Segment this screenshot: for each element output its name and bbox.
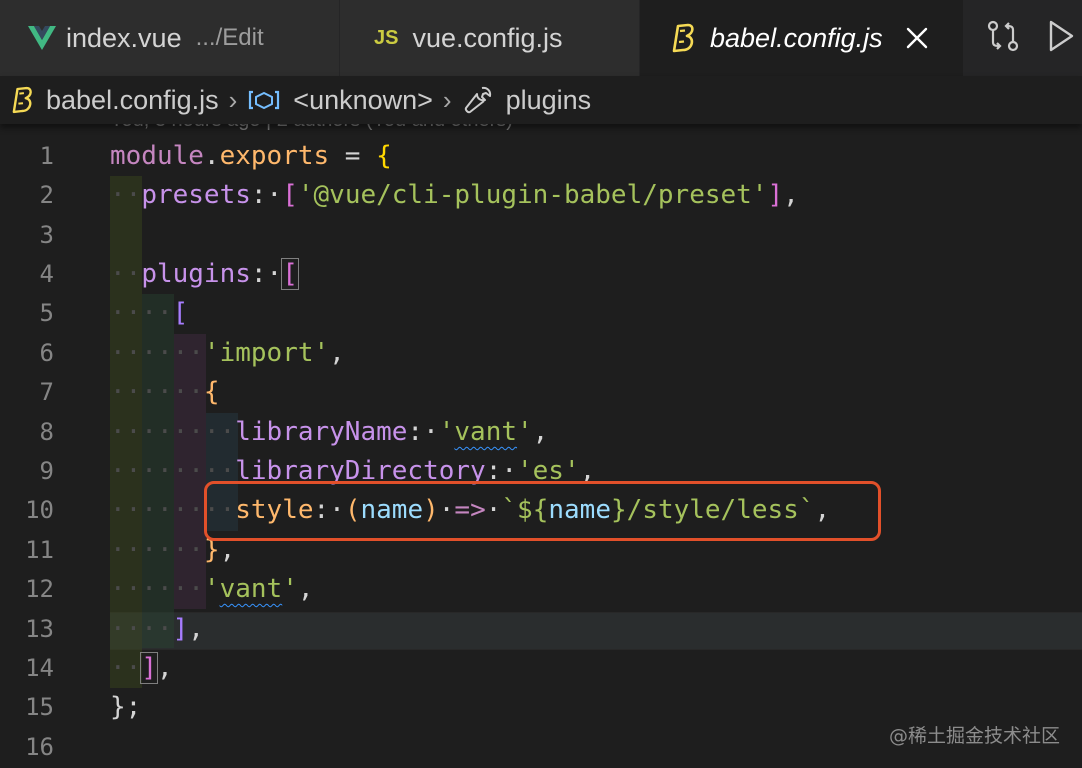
line-number: 3 — [39, 221, 54, 249]
breadcrumb-file-label: babel.config.js — [46, 84, 219, 115]
compare-changes-icon[interactable] — [986, 18, 1020, 59]
breadcrumb-file[interactable]: babel.config.js — [12, 85, 219, 116]
line-number: 7 — [39, 378, 54, 406]
breadcrumb-symbol-label: <unknown> — [293, 84, 433, 115]
run-icon[interactable] — [1048, 18, 1074, 59]
babel-icon — [672, 23, 696, 53]
chevron-right-icon: › — [228, 84, 238, 115]
code-line: ··presets:·['@vue/cli-plugin-babel/prese… — [110, 180, 799, 210]
breadcrumb-symbol[interactable]: <unknown> — [247, 85, 433, 116]
watermark: @稀土掘金技术社区 — [888, 725, 1060, 747]
editor-actions — [964, 0, 1082, 76]
wrench-icon — [462, 84, 494, 116]
tab-bar: index.vue .../Edit JS vue.config.js babe… — [0, 0, 1082, 76]
variable-icon — [247, 89, 281, 111]
code-line: ······'vant', — [110, 574, 314, 604]
current-line-highlight — [110, 612, 1082, 650]
code-line: ··plugins:·[ — [110, 258, 299, 290]
line-number: 1 — [39, 142, 54, 170]
breadcrumb-leaf[interactable]: plugins — [462, 84, 592, 116]
line-number: 15 — [25, 693, 54, 721]
tab-vue-config-js[interactable]: JS vue.config.js — [340, 0, 640, 76]
code-editor[interactable]: You, 3 hours ago | 2 authors (You and ot… — [0, 124, 1082, 768]
line-number: 8 — [39, 418, 54, 446]
tab-babel-config-js[interactable]: babel.config.js — [640, 0, 964, 76]
line-number: 16 — [25, 733, 54, 761]
code-line: ······{ — [110, 377, 220, 407]
tab-label: babel.config.js — [710, 22, 883, 53]
tab-path-hint: .../Edit — [195, 24, 264, 51]
code-line: }; — [110, 692, 142, 722]
close-icon[interactable] — [903, 24, 933, 54]
line-number: 6 — [39, 339, 54, 367]
code-line: ····], — [110, 614, 204, 644]
tab-label: vue.config.js — [412, 22, 563, 53]
line-number: 10 — [25, 496, 54, 524]
tab-label: index.vue — [66, 22, 182, 53]
tab-index-vue[interactable]: index.vue .../Edit — [0, 0, 340, 76]
line-number: 9 — [39, 457, 54, 485]
code-line: ········libraryName:·'vant', — [110, 417, 549, 447]
code-line: ··], — [110, 652, 173, 684]
js-icon: JS — [374, 26, 399, 49]
line-number: 12 — [25, 575, 54, 603]
line-number: 14 — [25, 654, 54, 682]
line-number: 5 — [39, 299, 54, 327]
annotation-box — [204, 481, 881, 541]
code-line: ····[ — [110, 298, 189, 328]
code-line: ······'import', — [110, 338, 345, 368]
code-line: module.exports = { — [110, 141, 392, 171]
line-number: 4 — [39, 260, 54, 288]
breadcrumb: babel.config.js › <unknown> › plugins — [0, 76, 1082, 124]
line-number: 11 — [25, 536, 54, 564]
codelens-blame[interactable]: You, 3 hours ago | 2 authors (You and ot… — [110, 124, 513, 132]
line-number: 2 — [39, 181, 54, 209]
breadcrumb-leaf-label: plugins — [505, 84, 592, 115]
vue-icon — [28, 26, 56, 50]
line-number: 13 — [25, 615, 54, 643]
babel-icon — [12, 86, 34, 114]
chevron-right-icon: › — [442, 84, 452, 115]
